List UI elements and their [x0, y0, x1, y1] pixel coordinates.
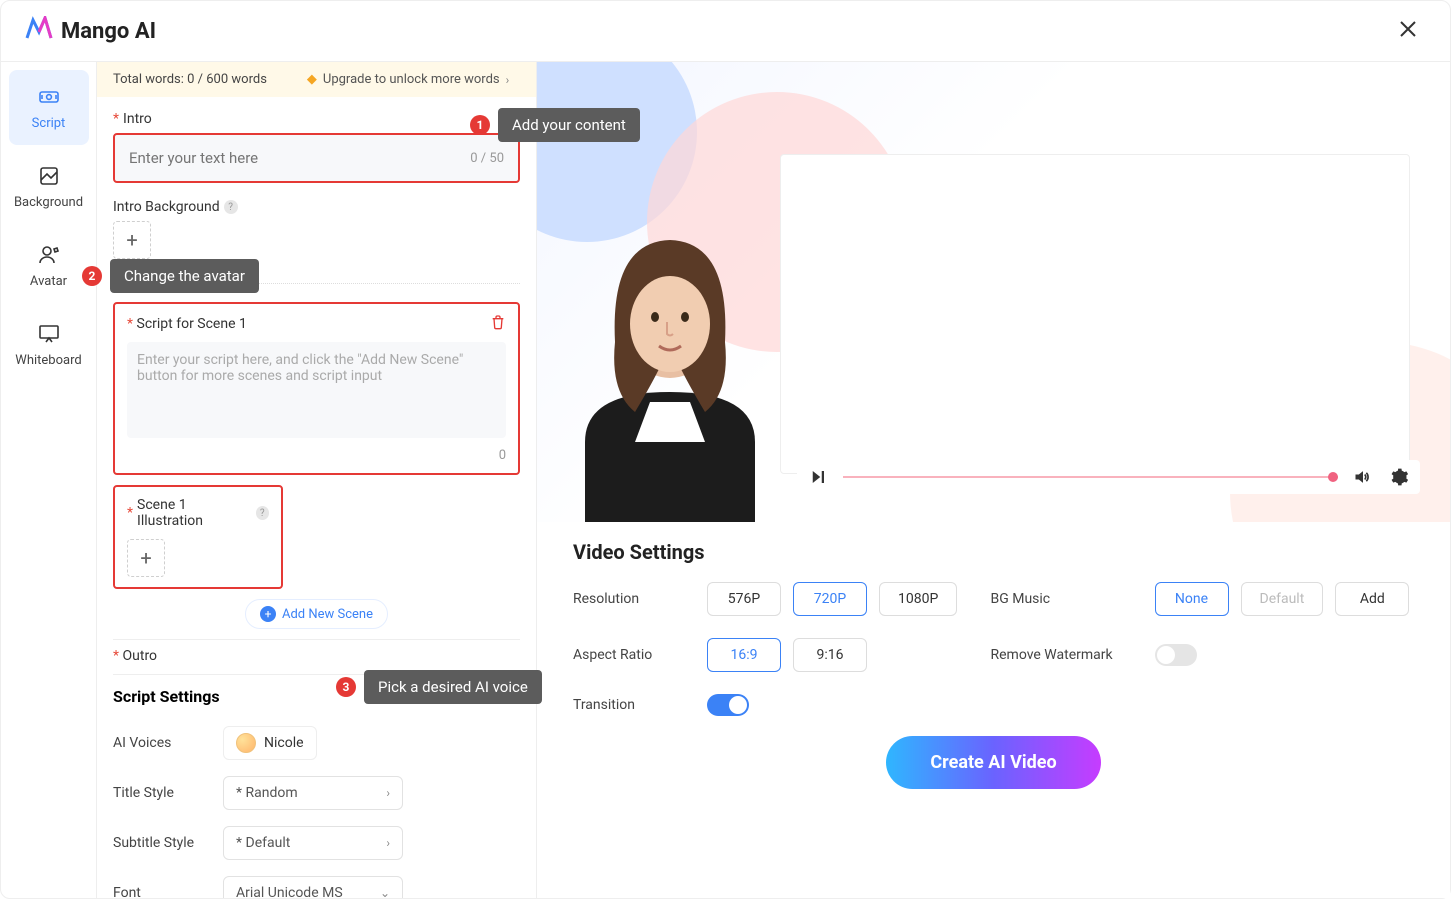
- bg-music-add[interactable]: Add: [1335, 582, 1409, 616]
- settings-button[interactable]: [1388, 466, 1410, 488]
- resolution-576p[interactable]: 576P: [707, 582, 781, 616]
- aspect-16-9[interactable]: 16:9: [707, 638, 781, 672]
- gear-icon: [1389, 467, 1409, 487]
- annotation-2: 2 Change the avatar: [82, 259, 259, 293]
- sidebar-item-label: Script: [32, 116, 66, 131]
- chevron-right-icon: ›: [386, 836, 390, 850]
- voice-avatar-icon: [236, 733, 256, 753]
- remove-watermark-toggle[interactable]: [1155, 644, 1197, 666]
- script-icon: [36, 84, 62, 110]
- sidebar-item-script[interactable]: Script: [9, 70, 89, 145]
- chevron-right-icon: ›: [506, 73, 510, 87]
- help-icon[interactable]: ?: [256, 506, 269, 520]
- add-illustration-button[interactable]: +: [127, 539, 165, 577]
- title-style-label: Title Style: [113, 785, 205, 801]
- word-count: Total words: 0 / 600 words: [113, 72, 267, 87]
- avatar-icon: [36, 242, 62, 268]
- chevron-right-icon: ›: [386, 786, 390, 800]
- presenter-avatar: [555, 212, 785, 522]
- upgrade-link[interactable]: ◆ Upgrade to unlock more words ›: [307, 72, 509, 87]
- bg-music-label: BG Music: [991, 591, 1131, 607]
- aspect-label: Aspect Ratio: [573, 647, 683, 663]
- video-settings-header: Video Settings: [573, 540, 1414, 564]
- annotation-1: 1 Add your content: [470, 108, 640, 142]
- trash-icon: [490, 314, 506, 330]
- skip-forward-icon: [809, 468, 827, 486]
- plus-circle-icon: +: [260, 606, 276, 622]
- sidebar-item-whiteboard[interactable]: Whiteboard: [9, 307, 89, 382]
- intro-input[interactable]: [129, 149, 470, 167]
- background-icon: [36, 163, 62, 189]
- watermark-label: Remove Watermark: [991, 647, 1131, 663]
- word-count-bar: Total words: 0 / 600 words ◆ Upgrade to …: [97, 62, 536, 97]
- close-button[interactable]: [1390, 13, 1426, 49]
- logo-mark-icon: [25, 16, 53, 46]
- resolution-1080p[interactable]: 1080P: [879, 582, 957, 616]
- chevron-down-icon: ⌄: [380, 886, 390, 898]
- font-label: Font: [113, 885, 205, 898]
- ai-voice-select[interactable]: Nicole: [223, 726, 317, 760]
- aspect-9-16[interactable]: 9:16: [793, 638, 867, 672]
- whiteboard-area: [780, 154, 1410, 474]
- sidebar-item-label: Background: [14, 195, 83, 210]
- add-intro-bg-button[interactable]: +: [113, 221, 151, 259]
- help-icon[interactable]: ?: [224, 200, 238, 214]
- resolution-720p[interactable]: 720P: [793, 582, 867, 616]
- scene-script-input[interactable]: [127, 342, 506, 438]
- volume-button[interactable]: [1352, 466, 1374, 488]
- diamond-icon: ◆: [307, 72, 317, 87]
- create-video-button[interactable]: Create AI Video: [886, 736, 1100, 789]
- scene-counter: 0: [127, 442, 506, 463]
- intro-counter: 0 / 50: [470, 151, 504, 166]
- bg-music-default[interactable]: Default: [1241, 582, 1324, 616]
- intro-bg-label: Intro Background: [113, 199, 220, 215]
- whiteboard-icon: [36, 321, 62, 347]
- sidebar-item-label: Whiteboard: [15, 353, 81, 368]
- transition-label: Transition: [573, 697, 683, 713]
- video-preview: [537, 62, 1450, 522]
- ai-voices-label: AI Voices: [113, 735, 205, 751]
- skip-button[interactable]: [807, 466, 829, 488]
- app-logo: Mango AI: [25, 16, 156, 46]
- resolution-label: Resolution: [573, 591, 683, 607]
- volume-icon: [1353, 467, 1373, 487]
- font-select[interactable]: Arial Unicode MS ⌄: [223, 876, 403, 898]
- subtitle-style-label: Subtitle Style: [113, 835, 205, 851]
- subtitle-style-select[interactable]: * Default ›: [223, 826, 403, 860]
- app-title: Mango AI: [61, 19, 156, 44]
- intro-input-wrap: 0 / 50: [113, 133, 520, 183]
- sidebar-item-label: Avatar: [30, 274, 67, 289]
- sidebar: Script Background Avatar Whiteboard: [1, 62, 97, 898]
- annotation-3: 3 Pick a desired AI voice: [336, 670, 542, 704]
- sidebar-item-avatar[interactable]: Avatar: [9, 228, 89, 303]
- bg-music-none[interactable]: None: [1155, 582, 1229, 616]
- outro-label: Outro: [123, 648, 158, 664]
- seek-bar[interactable]: [843, 476, 1338, 478]
- delete-scene-button[interactable]: [490, 314, 506, 334]
- add-new-scene-button[interactable]: + Add New Scene: [245, 599, 388, 629]
- title-style-select[interactable]: * Random ›: [223, 776, 403, 810]
- scene-illus-label: Scene 1 Illustration: [137, 497, 252, 529]
- sidebar-item-background[interactable]: Background: [9, 149, 89, 224]
- transition-toggle[interactable]: [707, 694, 749, 716]
- close-icon: [1398, 19, 1418, 39]
- scene-title: Script for Scene 1: [137, 316, 247, 332]
- intro-label: Intro: [123, 111, 152, 127]
